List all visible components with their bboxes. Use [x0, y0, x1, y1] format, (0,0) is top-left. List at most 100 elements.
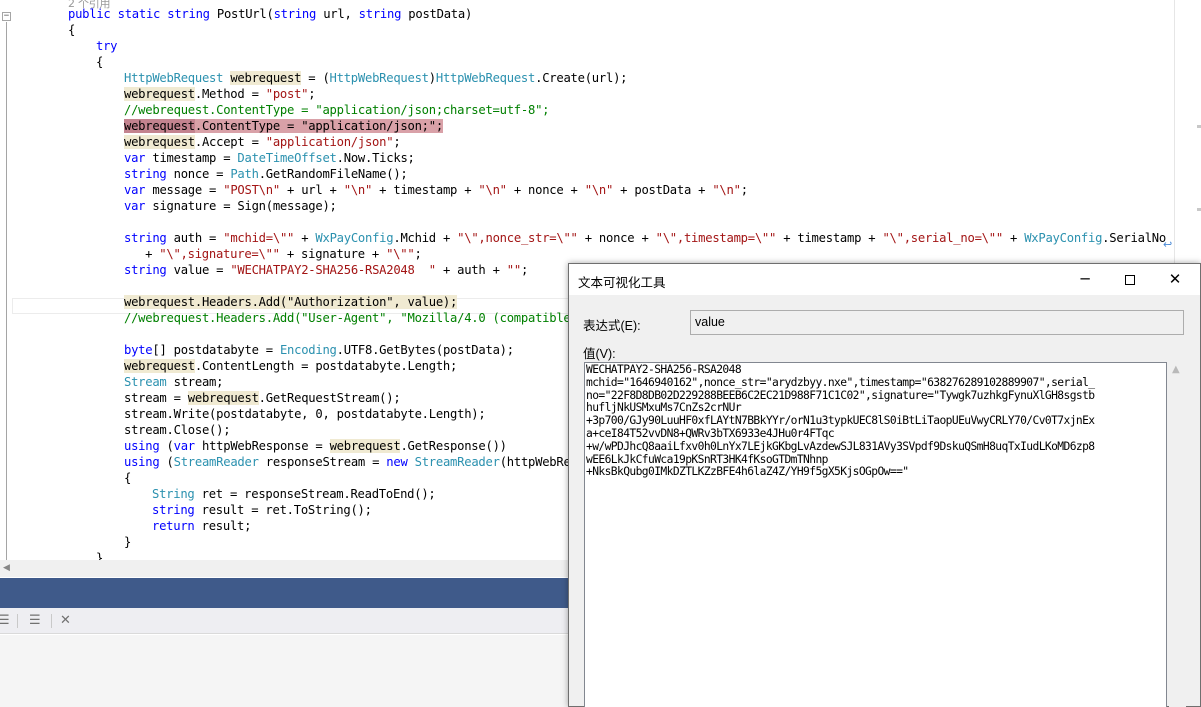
code-token: byte	[124, 343, 153, 357]
code-token: "\",timestamp=\""	[655, 231, 777, 245]
code-token: webrequest	[187, 391, 259, 405]
code-token: "mchid=\""	[223, 231, 295, 245]
dialog-titlebar[interactable]: 文本可视化工具 ─ ✕	[569, 264, 1200, 295]
code-line[interactable]: }	[124, 534, 131, 550]
code-token: ;	[740, 183, 748, 197]
code-token: "\n"	[584, 183, 614, 197]
align-left-icon[interactable]: ☰	[0, 613, 10, 628]
code-token: ;	[308, 87, 316, 101]
code-token: stream.Close();	[124, 423, 231, 437]
code-token: ret = responseStream.ReadToEnd();	[201, 487, 436, 501]
code-line[interactable]: var message = "POST\n" + url + "\n" + ti…	[124, 182, 748, 198]
output-panel-body[interactable]	[0, 635, 570, 707]
code-line[interactable]: byte[] postdatabyte = Encoding.UTF8.GetB…	[124, 342, 514, 358]
panel-header-bar	[0, 578, 570, 608]
code-line[interactable]: stream.Write(postdatabyte, 0, postdataby…	[124, 406, 486, 422]
scroll-up-icon[interactable]: ▲	[1172, 364, 1180, 375]
scroll-left-icon[interactable]: ◀	[3, 563, 10, 573]
value-text[interactable]: WECHATPAY2-SHA256-RSA2048 mchid="1646940…	[586, 363, 1164, 479]
code-line[interactable]: webrequest.ContentLength = postdatabyte.…	[124, 358, 457, 374]
code-line[interactable]: webrequest.Headers.Add("Authorization", …	[124, 294, 457, 310]
code-token: var	[124, 199, 153, 213]
code-token: timestamp =	[152, 151, 238, 165]
code-line[interactable]: string value = "WECHATPAY2-SHA256-RSA204…	[124, 262, 528, 278]
code-line[interactable]: //webrequest.Headers.Add("User-Agent", "…	[124, 310, 571, 326]
code-token: "\n"	[478, 183, 507, 197]
code-token: nonce =	[173, 167, 231, 181]
clear-icon[interactable]: ✕	[60, 613, 71, 628]
code-line[interactable]: String ret = responseStream.ReadToEnd();	[152, 486, 436, 502]
code-token: +	[294, 231, 316, 245]
code-token: string	[124, 231, 174, 245]
code-token: result;	[201, 519, 252, 533]
code-line[interactable]: using (var httpWebResponse = webrequest.…	[124, 438, 507, 454]
code-token: ;	[520, 263, 529, 277]
code-line[interactable]: using (StreamReader responseStream = new…	[124, 454, 578, 470]
code-line[interactable]: string auth = "mchid=\"" + WxPayConfig.M…	[124, 230, 1166, 246]
code-line[interactable]: {	[96, 54, 103, 70]
code-token: PostUrl(	[216, 7, 274, 21]
code-line[interactable]: string nonce = Path.GetRandomFileName();	[124, 166, 408, 182]
expression-label: 表达式(E):	[583, 319, 641, 333]
code-token: message =	[152, 183, 224, 197]
code-token: WxPayConfig	[1024, 231, 1103, 245]
code-token: webrequest.Headers.Add("Authorization", …	[124, 295, 458, 309]
code-token: public	[68, 7, 118, 21]
code-token: HttpWebRequest	[435, 71, 536, 85]
code-line[interactable]: webrequest.Method = "post";	[124, 86, 316, 102]
value-textarea[interactable]: WECHATPAY2-SHA256-RSA2048 mchid="1646940…	[584, 362, 1167, 707]
code-token: "post"	[265, 87, 309, 101]
value-vertical-scrollbar[interactable]: ▲	[1169, 362, 1186, 707]
code-line[interactable]: }	[96, 550, 103, 560]
close-icon[interactable]: ✕	[1152, 264, 1198, 295]
code-token: "WECHATPAY2-SHA256-RSA2048 "	[230, 263, 436, 277]
code-line[interactable]: stream.Close();	[124, 422, 231, 438]
code-token: var	[124, 183, 153, 197]
code-token: }	[96, 551, 104, 560]
code-token: using	[124, 439, 167, 453]
collapse-method-icon[interactable]: −	[2, 12, 11, 21]
code-line[interactable]: var signature = Sign(message);	[124, 198, 337, 214]
maximize-icon[interactable]	[1107, 264, 1153, 295]
code-token: + signature +	[279, 247, 387, 261]
code-token: }	[124, 535, 132, 549]
code-token: value =	[173, 263, 231, 277]
align-center-icon[interactable]: ☰	[29, 613, 41, 628]
code-token: string	[124, 263, 174, 277]
code-line[interactable]: {	[68, 22, 75, 38]
code-token: using	[124, 455, 167, 469]
code-line[interactable]: Stream stream;	[124, 374, 223, 390]
code-token: Path	[230, 167, 259, 181]
code-line[interactable]: var timestamp = DateTimeOffset.Now.Ticks…	[124, 150, 415, 166]
code-token: .Method =	[194, 87, 266, 101]
code-line[interactable]: stream = webrequest.GetRequestStream();	[124, 390, 401, 406]
code-token: responseStream =	[265, 455, 387, 469]
code-token: = (	[301, 71, 330, 85]
code-line[interactable]: public static string PostUrl(string url,…	[68, 6, 472, 22]
code-line[interactable]: HttpWebRequest webrequest = (HttpWebRequ…	[124, 70, 628, 86]
code-token: new	[386, 455, 415, 469]
code-token: var	[173, 439, 202, 453]
code-line[interactable]: webrequest.ContentType = "application/js…	[124, 118, 443, 134]
code-token: .ContentLength = postdatabyte.Length;	[194, 359, 458, 373]
code-line[interactable]: webrequest.Accept = "application/json";	[124, 134, 401, 150]
code-line[interactable]: {	[124, 470, 131, 486]
code-token: string	[358, 7, 409, 21]
code-line[interactable]: try	[96, 38, 118, 54]
expression-field[interactable]: value	[690, 310, 1184, 335]
code-token: signature = Sign(message);	[152, 199, 337, 213]
code-token: DateTimeOffset	[237, 151, 337, 165]
editor-horizontal-scrollbar[interactable]: ◀	[0, 560, 570, 577]
code-token: + timestamp +	[776, 231, 883, 245]
code-line[interactable]: return result;	[152, 518, 251, 534]
code-token: auth =	[173, 231, 224, 245]
code-line[interactable]: //webrequest.ContentType = "application/…	[124, 102, 550, 118]
code-token: webrequest	[124, 119, 195, 133]
code-token: + auth +	[435, 263, 507, 277]
code-line[interactable]: + "\",signature=\"" + signature + "\"";	[138, 246, 422, 262]
code-line[interactable]: string result = ret.ToString();	[152, 502, 372, 518]
code-token: [] postdatabyte =	[152, 343, 280, 357]
minimize-icon[interactable]: ─	[1062, 264, 1108, 295]
code-token: "\",serial_no=\""	[882, 231, 1003, 245]
code-token: httpWebResponse =	[201, 439, 330, 453]
